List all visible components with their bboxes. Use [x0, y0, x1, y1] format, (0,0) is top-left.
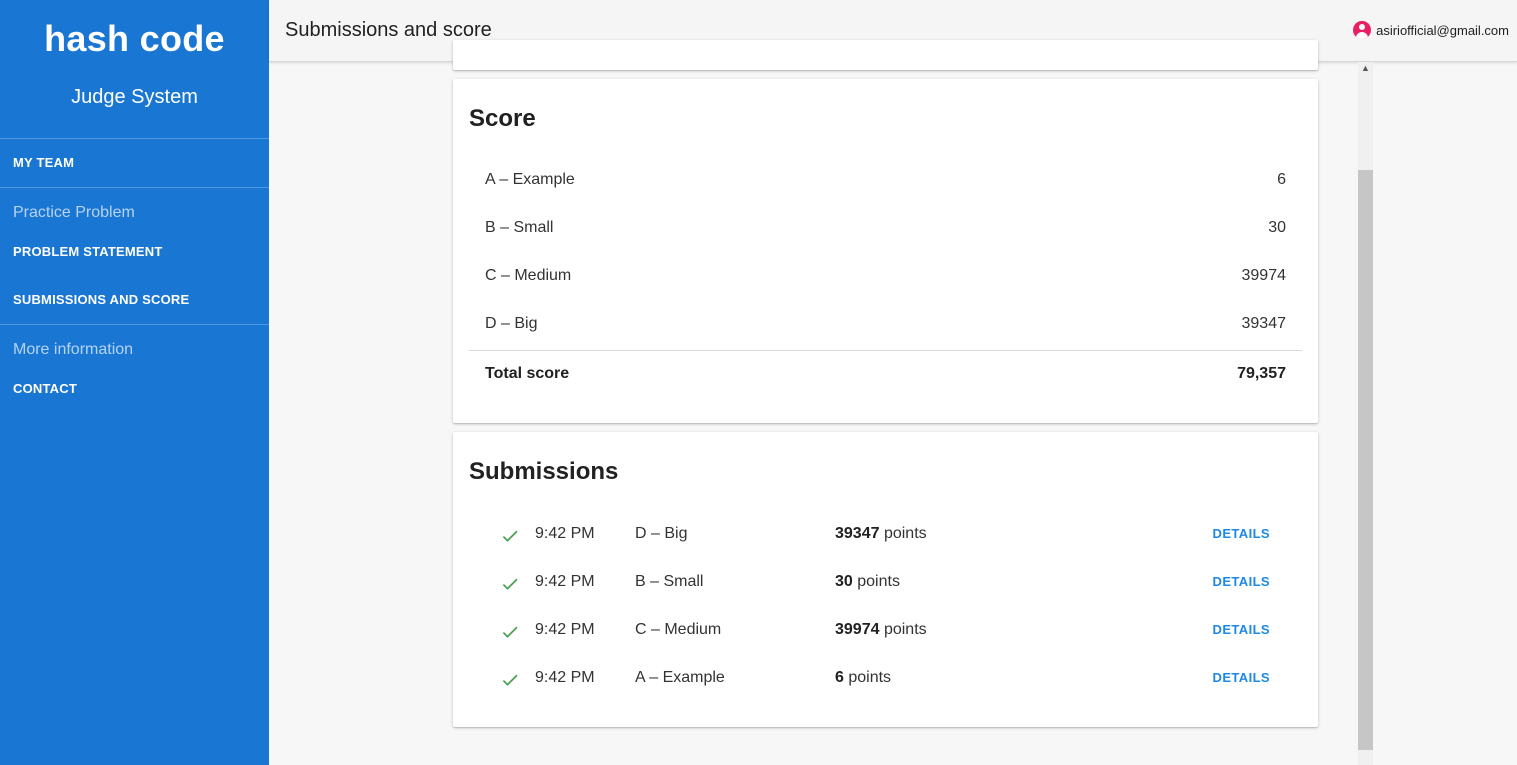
details-button[interactable]: DETAILS: [1213, 622, 1270, 637]
submission-problem: A – Example: [635, 669, 725, 686]
submission-points: 30 points: [835, 573, 900, 591]
details-button[interactable]: DETAILS: [1213, 526, 1270, 541]
score-row-value: 39974: [1241, 267, 1287, 284]
score-card: Score A – Example 6 B – Small 30 C – Med…: [453, 79, 1318, 423]
info-nav-group: More information CONTACT: [0, 325, 269, 413]
sidebar: hash code Judge System MY TEAM Practice …: [0, 0, 269, 765]
scroll-up-arrow-icon[interactable]: ▲: [1361, 64, 1370, 73]
score-row-value: 6: [1277, 171, 1286, 188]
score-row: D – Big 39347: [485, 315, 1286, 339]
score-title: Score: [469, 105, 536, 132]
practice-nav-group: Practice Problem PROBLEM STATEMENT SUBMI…: [0, 188, 269, 325]
more-information-header: More information: [13, 341, 134, 358]
submission-problem: D – Big: [635, 525, 688, 542]
details-button[interactable]: DETAILS: [1213, 574, 1270, 589]
points-unit: points: [883, 621, 927, 638]
submission-points: 6 points: [835, 669, 891, 687]
submission-row: 9:42 PM C – Medium 39974 points DETAILS: [453, 621, 1318, 645]
nav-my-team[interactable]: MY TEAM: [0, 139, 269, 187]
score-row: A – Example 6: [485, 171, 1286, 195]
score-row-label: A – Example: [485, 171, 575, 188]
submission-row: 9:42 PM D – Big 39347 points DETAILS: [453, 525, 1318, 549]
submission-time: 9:42 PM: [535, 525, 595, 542]
score-row: B – Small 30: [485, 219, 1286, 243]
total-score-value: 79,357: [1237, 365, 1286, 382]
nav-submissions-and-score[interactable]: SUBMISSIONS AND SCORE: [0, 276, 269, 324]
account-email: asiriofficial@gmail.com: [1376, 22, 1509, 38]
submission-problem: C – Medium: [635, 621, 722, 638]
score-row-label: C – Medium: [485, 267, 572, 284]
points-unit: points: [848, 669, 892, 686]
points-unit: points: [857, 573, 900, 590]
points-value: 6: [835, 669, 844, 686]
submissions-title: Submissions: [469, 458, 619, 485]
submission-time: 9:42 PM: [535, 621, 595, 638]
submission-points: 39974 points: [835, 621, 927, 639]
submission-row: 9:42 PM B – Small 30 points DETAILS: [453, 573, 1318, 597]
vertical-scrollbar[interactable]: ▲: [1358, 62, 1373, 765]
points-value: 39347: [835, 525, 880, 542]
brand-block: hash code Judge System: [0, 0, 269, 139]
submission-points: 39347 points: [835, 525, 927, 543]
check-icon: [502, 530, 518, 542]
submission-row: 9:42 PM A – Example 6 points DETAILS: [453, 669, 1318, 693]
check-icon: [502, 626, 518, 638]
submission-time: 9:42 PM: [535, 669, 595, 686]
total-score-label: Total score: [485, 365, 570, 382]
score-row: C – Medium 39974: [485, 267, 1286, 291]
account-circle-icon: [1353, 21, 1372, 39]
nav-contact[interactable]: CONTACT: [0, 365, 269, 413]
submission-time: 9:42 PM: [535, 573, 595, 590]
points-unit: points: [883, 525, 927, 542]
submission-problem: B – Small: [635, 573, 704, 590]
hash-code-logo[interactable]: hash code: [0, 0, 269, 60]
points-value: 39974: [835, 621, 880, 638]
account-menu[interactable]: asiriofficial@gmail.com: [1353, 21, 1509, 39]
team-nav-group: MY TEAM: [0, 139, 269, 188]
score-row-value: 39347: [1241, 315, 1287, 332]
check-icon: [502, 674, 518, 686]
points-value: 30: [835, 573, 853, 590]
score-row-label: D – Big: [485, 315, 538, 332]
scrollbar-thumb[interactable]: [1358, 170, 1373, 750]
score-divider: [469, 350, 1302, 351]
check-icon: [502, 578, 518, 590]
judge-system-title: Judge System: [71, 86, 198, 108]
previous-card-edge: [453, 40, 1318, 70]
score-row-value: 30: [1268, 219, 1286, 236]
total-score-row: Total score 79,357: [485, 365, 1286, 389]
submissions-card: Submissions 9:42 PM D – Big 39347 points…: [453, 432, 1318, 727]
nav-problem-statement[interactable]: PROBLEM STATEMENT: [0, 228, 269, 276]
practice-problem-header: Practice Problem: [13, 204, 135, 221]
page-title: Submissions and score: [285, 19, 492, 41]
score-row-label: B – Small: [485, 219, 554, 236]
details-button[interactable]: DETAILS: [1213, 670, 1270, 685]
